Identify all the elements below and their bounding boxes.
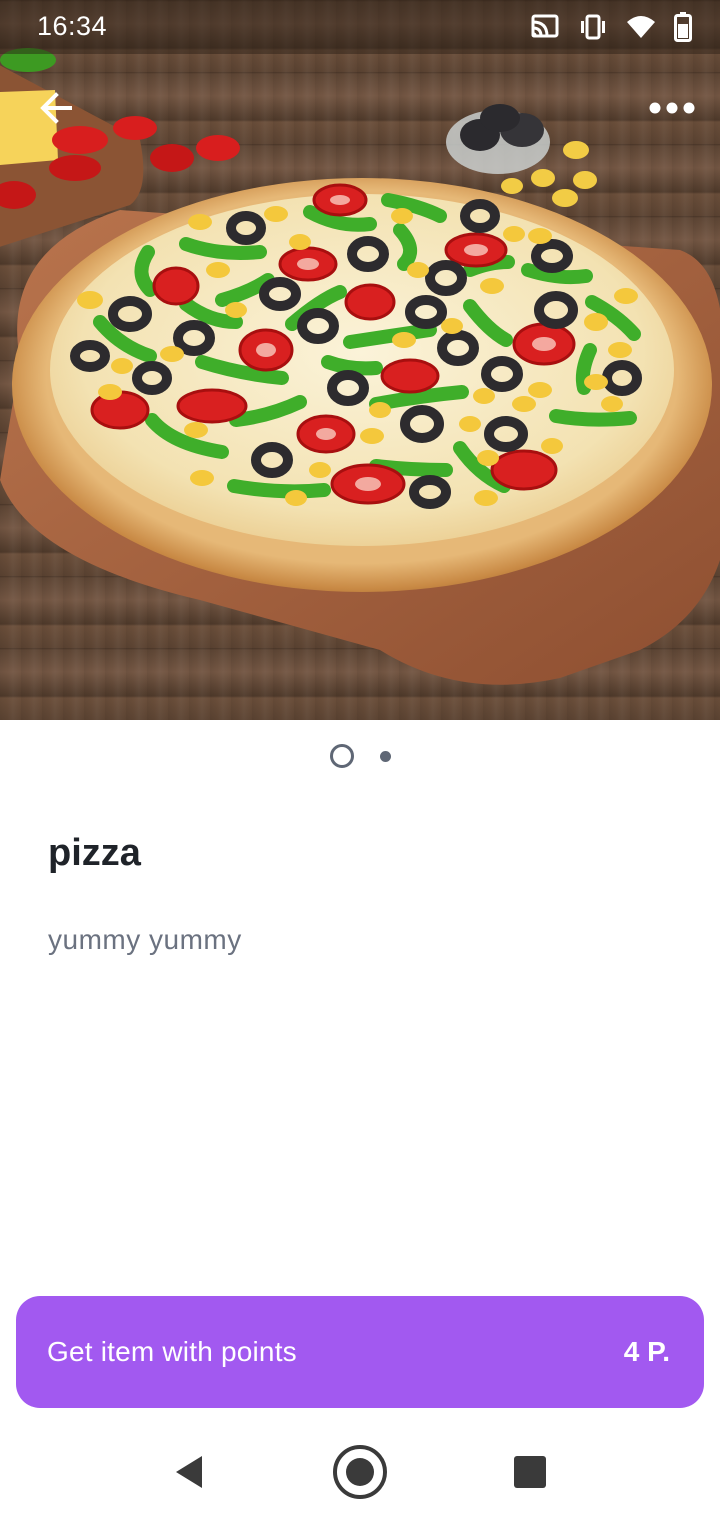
status-bar: 16:34 — [0, 0, 720, 54]
hero-image[interactable] — [0, 0, 720, 720]
nav-home-icon[interactable] — [330, 1442, 390, 1502]
nav-recents-icon[interactable] — [512, 1454, 548, 1490]
more-options-button[interactable] — [642, 84, 702, 136]
item-title: pizza — [48, 832, 141, 874]
pizza-illustration — [0, 48, 720, 685]
pizza — [12, 178, 712, 592]
vibrate-icon — [578, 14, 608, 40]
olive-bowl — [446, 104, 550, 174]
status-icons — [530, 12, 692, 42]
wifi-icon — [626, 14, 656, 40]
nav-back-icon[interactable] — [170, 1452, 210, 1492]
cta-label: Get item with points — [47, 1336, 297, 1367]
status-time: 16:34 — [37, 11, 108, 41]
get-item-with-points-button[interactable]: Get item with points 4 P. — [16, 1296, 704, 1408]
cta-points: 4 P. — [623, 1336, 670, 1367]
item-description: yummy yummy — [48, 924, 242, 955]
image-pager — [0, 742, 720, 770]
cast-icon — [530, 14, 560, 40]
arrow-left-icon — [36, 88, 76, 133]
pager-dot-active[interactable] — [329, 744, 354, 768]
back-button[interactable] — [30, 84, 82, 136]
more-horizontal-icon — [647, 101, 697, 120]
system-nav-bar — [0, 1424, 720, 1520]
battery-icon — [674, 12, 692, 42]
product-detail-screen: 16:34 pizza yummy yummy Get item with po… — [0, 0, 720, 1520]
pager-dot[interactable] — [379, 750, 391, 762]
